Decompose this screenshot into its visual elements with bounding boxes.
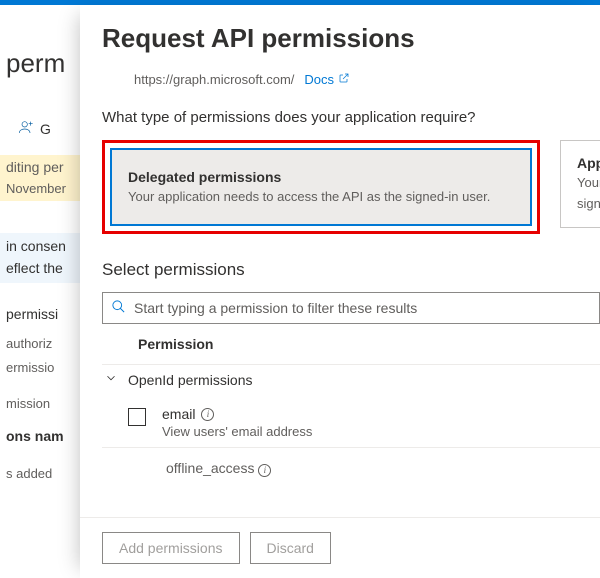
annotation-highlight: Delegated permissions Your application n… [102,140,540,234]
bg-info-band: in consen eflect the [0,233,80,283]
info-icon[interactable]: i [258,464,271,477]
permission-desc-email: View users' email address [162,424,312,439]
panel-title: Request API permissions [102,23,600,54]
permission-search-box[interactable] [102,292,600,324]
panel-footer: Add permissions Discard [80,517,600,578]
graph-api-icon [102,73,124,87]
add-permissions-button[interactable]: Add permissions [102,532,240,564]
application-card-desc1: Your applica [577,175,600,192]
person-add-icon [18,119,34,141]
permission-search-input[interactable] [134,300,591,316]
docs-link[interactable]: Docs [304,72,350,87]
application-card-desc2: signed-in us [577,196,600,213]
api-header-row: https://graph.microsoft.com/ Docs [102,72,600,87]
bg-grant-label: G [40,120,51,140]
chevron-down-icon [104,371,118,388]
bg-grant-row: G [0,111,80,149]
external-link-icon [338,72,350,87]
application-card-title: Application [577,155,600,171]
permission-row-offline-access[interactable]: offline_access i [102,447,600,485]
request-api-permissions-panel: Request API permissions https://graph.mi… [80,5,600,578]
search-icon [111,299,126,317]
permission-name-email: email i [162,406,312,422]
permission-type-question: What type of permissions does your appli… [102,109,600,126]
bg-permissi-head: permissi [0,283,80,329]
delegated-card-title: Delegated permissions [128,169,514,185]
delegated-card-desc: Your application needs to access the API… [128,189,514,206]
bg-warning-band: diting per November [0,155,80,201]
permission-column-header: Permission [102,324,600,364]
email-checkbox[interactable] [128,408,146,426]
delegated-permissions-card[interactable]: Delegated permissions Your application n… [111,149,531,225]
permission-name-offline: offline_access i [166,460,271,477]
info-icon[interactable]: i [201,408,214,421]
select-permissions-heading: Select permissions [102,260,600,280]
openid-permissions-group[interactable]: OpenId permissions [102,364,600,398]
bg-title: perm [0,45,80,81]
application-permissions-card[interactable]: Application Your applica signed-in us [560,140,600,228]
api-url: https://graph.microsoft.com/ [134,72,294,87]
background-page: perm G diting per November in consen efl… [0,5,80,578]
discard-button[interactable]: Discard [250,532,331,564]
permission-row-email[interactable]: email i View users' email address [102,398,600,447]
